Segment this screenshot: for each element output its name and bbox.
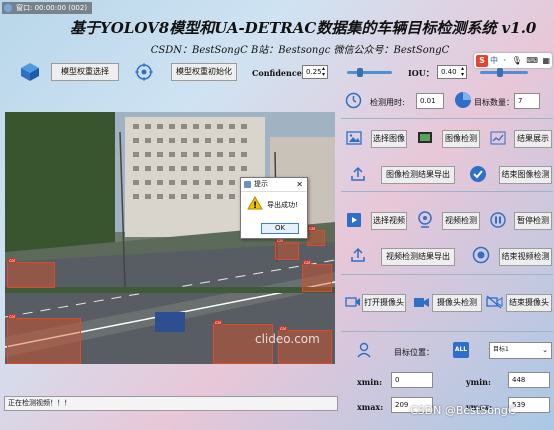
detection-box: car (275, 238, 299, 260)
time-label: 检测用时: (370, 98, 405, 107)
iou-slider-handle[interactable] (496, 68, 503, 77)
ok-button[interactable]: OK (261, 223, 299, 234)
status-bar: 正在检测视频！！！ (4, 396, 338, 411)
user-location-icon (357, 342, 371, 358)
csdn-watermark: CSDN @BestSongC (410, 404, 516, 417)
ymin-field: 448 (508, 372, 550, 388)
image-icon (346, 131, 362, 145)
ymin-label: ymin: (466, 377, 491, 387)
webcam-icon (418, 211, 432, 228)
close-icon[interactable]: ✕ (296, 178, 303, 191)
model-select-button[interactable]: 模型权重选择 (51, 63, 119, 81)
video-watermark: clideo.com (255, 332, 320, 346)
target-position-label: 目标位置： (394, 348, 434, 357)
select-image-button[interactable]: 选择图像 (371, 130, 407, 148)
check-circle-icon (470, 166, 486, 182)
target-icon (135, 63, 153, 81)
detect-image-button[interactable]: 图像检测 (442, 130, 480, 148)
camera-icon (345, 297, 360, 307)
pause-detect-button[interactable]: 暂停检测 (514, 212, 552, 230)
end-video-detect-button[interactable]: 结束视频检测 (499, 248, 552, 266)
xmin-field: 0 (391, 372, 433, 388)
window-title-bar: 窗口: 00:00:00 (002) (2, 2, 92, 14)
model-init-button[interactable]: 模型权重初始化 (171, 63, 237, 81)
ime-lang[interactable]: 中 (490, 56, 498, 65)
punctuation-icon[interactable]: · (504, 56, 507, 65)
dialog-title: 提示 (254, 180, 268, 188)
upload-icon (351, 247, 365, 262)
clock-icon (345, 92, 362, 109)
detection-box: car (307, 226, 325, 246)
count-value: 7 (514, 93, 540, 109)
camera-off-icon (486, 295, 503, 309)
export-video-result-button[interactable]: 视频检测结果导出 (381, 248, 455, 266)
dialog-message: 导出成功! (267, 201, 298, 209)
video-camera-icon (414, 298, 429, 307)
show-result-button[interactable]: 结果展示 (514, 130, 552, 148)
confidence-slider-handle[interactable] (356, 68, 363, 77)
detection-box: car (7, 314, 81, 364)
keyboard-icon[interactable]: ⌨ (526, 56, 538, 65)
svg-text:!: ! (253, 201, 257, 210)
pause-icon (490, 212, 506, 228)
dialog-title-bar: 提示 ✕ (241, 178, 307, 192)
stop-circle-icon (472, 246, 490, 264)
warning-icon: ! (247, 196, 263, 210)
app-icon (4, 4, 12, 12)
end-camera-button[interactable]: 结束摄像头 (506, 294, 552, 312)
time-value: 0.01 (416, 93, 444, 109)
page-title: 基于YOLOV8模型和UA-DETRAC数据集的车辆目标检测系统 v1.0 (70, 19, 537, 37)
sogou-icon: S (476, 55, 488, 67)
iou-label: IOU： (408, 68, 434, 78)
page-subtitle: CSDN：BestSongC B站：Bestsongc 微信公众号：BestSo… (150, 45, 450, 56)
chevron-down-icon: ⌄ (542, 346, 548, 354)
target-select-value: 目标1 (493, 346, 509, 353)
xmin-label: xmin: (357, 377, 383, 387)
confidence-slider[interactable] (347, 68, 392, 77)
video-file-icon (347, 213, 361, 227)
detect-camera-button[interactable]: 摄像头检测 (432, 294, 482, 312)
xmax-label: xmax: (357, 402, 384, 412)
iou-spinbox[interactable]: 0.40 (437, 65, 467, 79)
detection-box: car (302, 260, 332, 292)
cube-icon (21, 63, 39, 81)
grid-icon[interactable]: ▦ (542, 56, 550, 65)
select-video-button[interactable]: 选择视频 (371, 212, 407, 230)
mic-icon[interactable]: 🎙 (512, 56, 522, 65)
detection-box: car (7, 258, 55, 288)
iou-slider[interactable] (480, 68, 528, 77)
confidence-spinbox[interactable]: 0.25 (302, 65, 328, 79)
chart-line-icon (490, 131, 506, 145)
info-dialog: 提示 ✕ ! 导出成功! OK (240, 177, 308, 239)
dialog-app-icon (244, 181, 251, 188)
image-detect-icon (418, 132, 432, 143)
end-image-detect-button[interactable]: 结束图像检测 (499, 166, 552, 184)
ime-toolbar[interactable]: S中 · 🎙 ⌨ ▦ (474, 53, 552, 68)
window-title: 窗口: 00:00:00 (002) (16, 4, 88, 12)
count-label: 目标数量： (474, 98, 514, 107)
confidence-label: Confidence: (252, 68, 305, 78)
detect-video-button[interactable]: 视频检测 (442, 212, 480, 230)
target-select[interactable]: 目标1 ⌄ (489, 342, 552, 359)
pie-chart-icon (455, 92, 471, 108)
upload-icon (351, 166, 365, 181)
open-camera-button[interactable]: 打开摄像头 (362, 294, 406, 312)
target-all-icon: ALL (453, 342, 469, 358)
export-image-result-button[interactable]: 图像检测结果导出 (381, 166, 455, 184)
